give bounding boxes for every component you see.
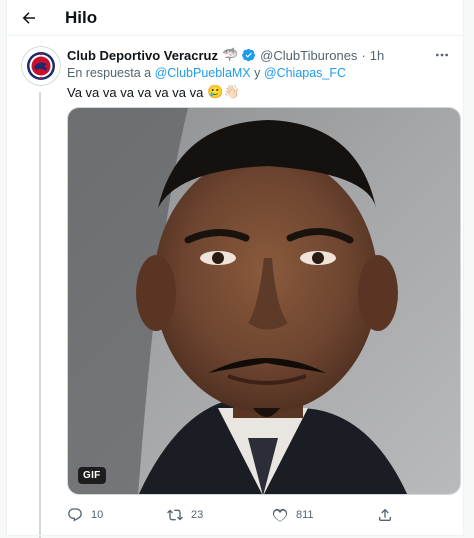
tweet-header: Club Deportivo Veracruz 🦈 @ClubTiburones… — [67, 46, 457, 64]
reply-icon — [68, 508, 82, 522]
retweet-icon — [167, 509, 183, 521]
back-button[interactable] — [11, 0, 47, 36]
reply-mention-puebla[interactable]: @ClubPueblaMX — [155, 66, 251, 80]
tweet-emojis: 🥲👋🏻 — [207, 84, 240, 99]
heart-icon — [272, 508, 288, 522]
like-count: 811 — [296, 509, 314, 521]
tweet-timestamp[interactable]: 1h — [370, 48, 384, 63]
thread-connector-line — [39, 92, 41, 538]
shark-emoji: 🦈 — [221, 47, 239, 62]
thread-panel: Hilo Club Deportivo Veracruz 🦈 @ClubTibu… — [6, 0, 464, 538]
retweet-button[interactable]: 23 — [167, 507, 272, 523]
author-name[interactable]: Club Deportivo Veracruz — [67, 48, 218, 63]
reply-context: En respuesta a @ClubPueblaMX y @Chiapas_… — [67, 66, 457, 82]
meta-separator: · — [361, 47, 366, 63]
verified-badge-icon — [242, 48, 256, 62]
tweet-actions: 10 23 811 — [67, 504, 457, 526]
gif-badge: GIF — [78, 467, 106, 484]
retweet-count: 23 — [191, 509, 204, 521]
like-button[interactable]: 811 — [272, 507, 377, 523]
tweet-body: Va va va va va va va va — [67, 84, 204, 100]
author-handle[interactable]: @ClubTiburones — [260, 48, 357, 63]
reply-button[interactable]: 10 — [67, 507, 167, 523]
tweet-text: Va va va va va va va va 🥲👋🏻 — [67, 82, 457, 102]
thread-header: Hilo — [7, 0, 463, 36]
more-dots-icon — [436, 53, 448, 57]
reply-conjunction: y — [254, 66, 261, 80]
reply-prefix: En respuesta a — [67, 66, 152, 80]
app-background: Hilo Club Deportivo Veracruz 🦈 @ClubTibu… — [0, 0, 474, 538]
avatar[interactable] — [21, 46, 61, 86]
reply-count: 10 — [91, 509, 104, 521]
reply-mention-chiapas[interactable]: @Chiapas_FC — [264, 66, 346, 80]
club-crest-icon — [21, 46, 61, 86]
gif-frame-image — [68, 108, 460, 494]
page-title: Hilo — [65, 7, 98, 27]
arrow-left-icon — [22, 11, 35, 24]
share-button[interactable] — [377, 507, 407, 523]
more-options-button[interactable] — [431, 44, 453, 66]
share-icon — [379, 508, 391, 521]
gif-media[interactable]: GIF — [67, 107, 461, 495]
